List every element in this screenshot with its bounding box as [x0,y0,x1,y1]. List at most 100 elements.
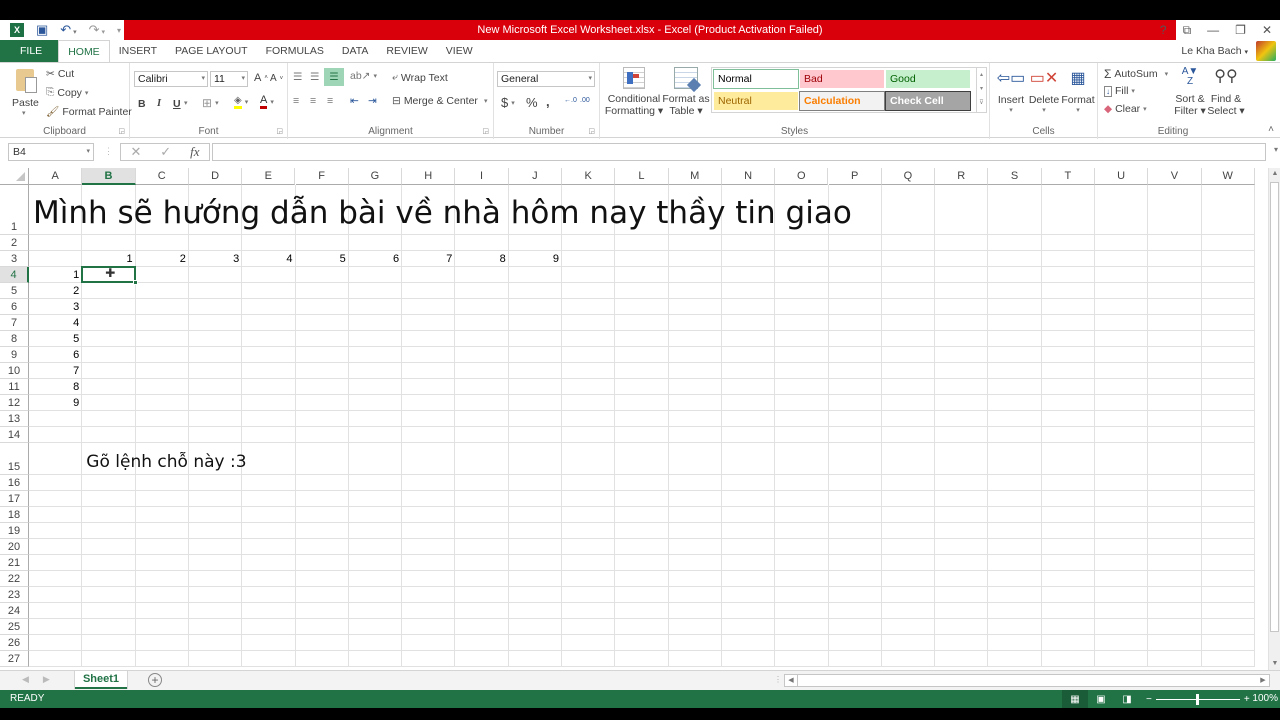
column-header-q[interactable]: Q [881,168,936,185]
column-header-g[interactable]: G [348,168,403,185]
customize-qat-icon[interactable]: ▾ [117,26,121,35]
vertical-scroll-thumb[interactable] [1270,182,1279,632]
fill-color-button[interactable]: ◈ ▾ [234,95,248,109]
cell-a6[interactable]: 3 [29,299,82,315]
zoom-slider[interactable]: − + [1146,690,1250,708]
cell-a7[interactable]: 4 [29,315,82,331]
style-check-cell[interactable]: Check Cell [885,91,971,111]
row-header-12[interactable]: 12 [0,395,29,411]
row-header-17[interactable]: 17 [0,491,29,507]
row-header-25[interactable]: 25 [0,619,29,635]
column-header-b[interactable]: B [82,168,136,185]
collapse-ribbon-icon[interactable]: ˄ [1268,124,1274,135]
vertical-scrollbar[interactable]: ▲ ▼ [1268,168,1280,670]
restore-icon[interactable]: ❐ [1235,23,1246,37]
dialog-launcher-icon[interactable]: ◲ [482,127,489,135]
formula-bar-grip[interactable]: ⋮ [104,146,113,157]
find-select-button[interactable]: ⚲⚲ Find & Select ▾ [1206,67,1246,117]
cell-j3[interactable]: 9 [509,251,562,267]
percent-button[interactable]: % [526,95,538,110]
paste-button[interactable]: Paste ▾ [8,67,42,119]
autosum-button[interactable]: Σ AutoSum ▾ [1104,67,1168,81]
column-header-h[interactable]: H [402,168,456,185]
cell-a12[interactable]: 9 [29,395,82,411]
undo-icon[interactable]: ↶ ▾ [60,22,76,38]
column-header-t[interactable]: T [1041,168,1095,185]
style-calculation[interactable]: Calculation [799,91,885,111]
gallery-scroll[interactable]: ▴ ▾ ⊽ [976,68,986,112]
comma-button[interactable]: , [546,94,550,109]
row-header-6[interactable]: 6 [0,299,29,315]
italic-button[interactable]: I [157,98,161,109]
merge-center-button[interactable]: ⊟ Merge & Center ▾ [392,95,487,107]
zoom-in-icon[interactable]: + [1244,694,1250,705]
close-icon[interactable]: ✕ [1262,23,1272,37]
active-cell-cursor[interactable]: ✚ [81,266,138,285]
select-all-button[interactable] [0,168,29,185]
top-align-button[interactable]: ☰ [293,71,302,83]
sheet-tab-sheet1[interactable]: Sheet1 [75,671,127,689]
page-break-view-icon[interactable]: ◨ [1114,690,1140,708]
column-header-o[interactable]: O [775,168,829,185]
worksheet-grid[interactable]: A B C D E F G H I J K L M N O P Q R S T U V W 1 2 3 4 5 6 7 8 9 10 11 12 13… [0,168,1280,670]
row-header-5[interactable]: 5 [0,283,29,299]
row-header-11[interactable]: 11 [0,379,29,395]
minimize-icon[interactable]: — [1207,23,1219,37]
tab-view[interactable]: VIEW [437,40,482,62]
row-header-21[interactable]: 21 [0,555,29,571]
column-header-p[interactable]: P [828,168,882,185]
row-header-8[interactable]: 8 [0,331,29,347]
user-account[interactable]: Le Kha Bach ▾ [1181,40,1248,64]
row-header-9[interactable]: 9 [0,347,29,363]
row-header-24[interactable]: 24 [0,603,29,619]
expand-formula-bar-icon[interactable]: ▾ [1274,145,1278,154]
scroll-left-icon[interactable]: ◀ [785,675,797,686]
decrease-indent-button[interactable]: ⇤ [350,95,359,107]
zoom-track[interactable] [1155,693,1240,705]
row-header-3[interactable]: 3 [0,251,29,267]
column-header-r[interactable]: R [935,168,989,185]
help-icon[interactable]: ? [1160,23,1167,37]
row-header-14[interactable]: 14 [0,427,29,443]
wrap-text-button[interactable]: ⤶ Wrap Text [392,71,448,84]
dialog-launcher-icon[interactable]: ◲ [118,127,125,135]
cell-a1[interactable]: Mình sẽ hướng dẫn bài về nhà hôm nay thầ… [33,185,852,235]
row-header-13[interactable]: 13 [0,411,29,427]
row-header-4[interactable]: 4 [0,267,29,283]
tab-split-handle[interactable]: ⋮ [774,675,782,684]
zoom-level[interactable]: 100% [1252,693,1278,704]
row-header-20[interactable]: 20 [0,539,29,555]
cut-button[interactable]: ✂ Cut [46,68,74,80]
cell-b3[interactable]: 1 [82,251,135,267]
style-bad[interactable]: Bad [800,70,884,88]
delete-cells-button[interactable]: ▭✕ Delete ▾ [1028,69,1060,114]
column-header-a[interactable]: A [29,168,83,185]
horizontal-scrollbar[interactable]: ◀ ▶ [784,674,1270,687]
row-header-18[interactable]: 18 [0,507,29,523]
font-color-button[interactable]: A ▾ [260,95,274,109]
insert-function-icon[interactable]: fx [190,144,199,160]
tab-data[interactable]: DATA [333,40,377,62]
cell-c3[interactable]: 2 [136,251,189,267]
add-sheet-icon[interactable]: + [148,673,162,687]
page-layout-view-icon[interactable]: ▣ [1088,690,1114,708]
dialog-launcher-icon[interactable]: ◲ [276,127,283,135]
tab-home[interactable]: HOME [58,40,110,62]
column-header-s[interactable]: S [988,168,1042,185]
fill-button[interactable]: ↓ Fill ▾ [1104,85,1135,97]
clear-button[interactable]: ◆ Clear ▾ [1104,103,1147,115]
cell-a11[interactable]: 8 [29,379,82,395]
row-header-19[interactable]: 19 [0,523,29,539]
scroll-right-icon[interactable]: ▶ [1257,675,1269,686]
row-header-27[interactable]: 27 [0,651,29,667]
enter-icon[interactable]: ✓ [160,144,171,160]
row-header-10[interactable]: 10 [0,363,29,379]
row-header-16[interactable]: 16 [0,475,29,491]
normal-view-icon[interactable]: ▦ [1062,690,1088,708]
style-normal[interactable]: Normal [713,69,799,89]
align-center-button[interactable]: ≡ [310,95,316,107]
cell-g3[interactable]: 6 [349,251,402,267]
shrink-font-button[interactable]: A ˅ [270,73,283,84]
column-header-m[interactable]: M [668,168,722,185]
middle-align-button[interactable]: ☰ [310,71,319,83]
